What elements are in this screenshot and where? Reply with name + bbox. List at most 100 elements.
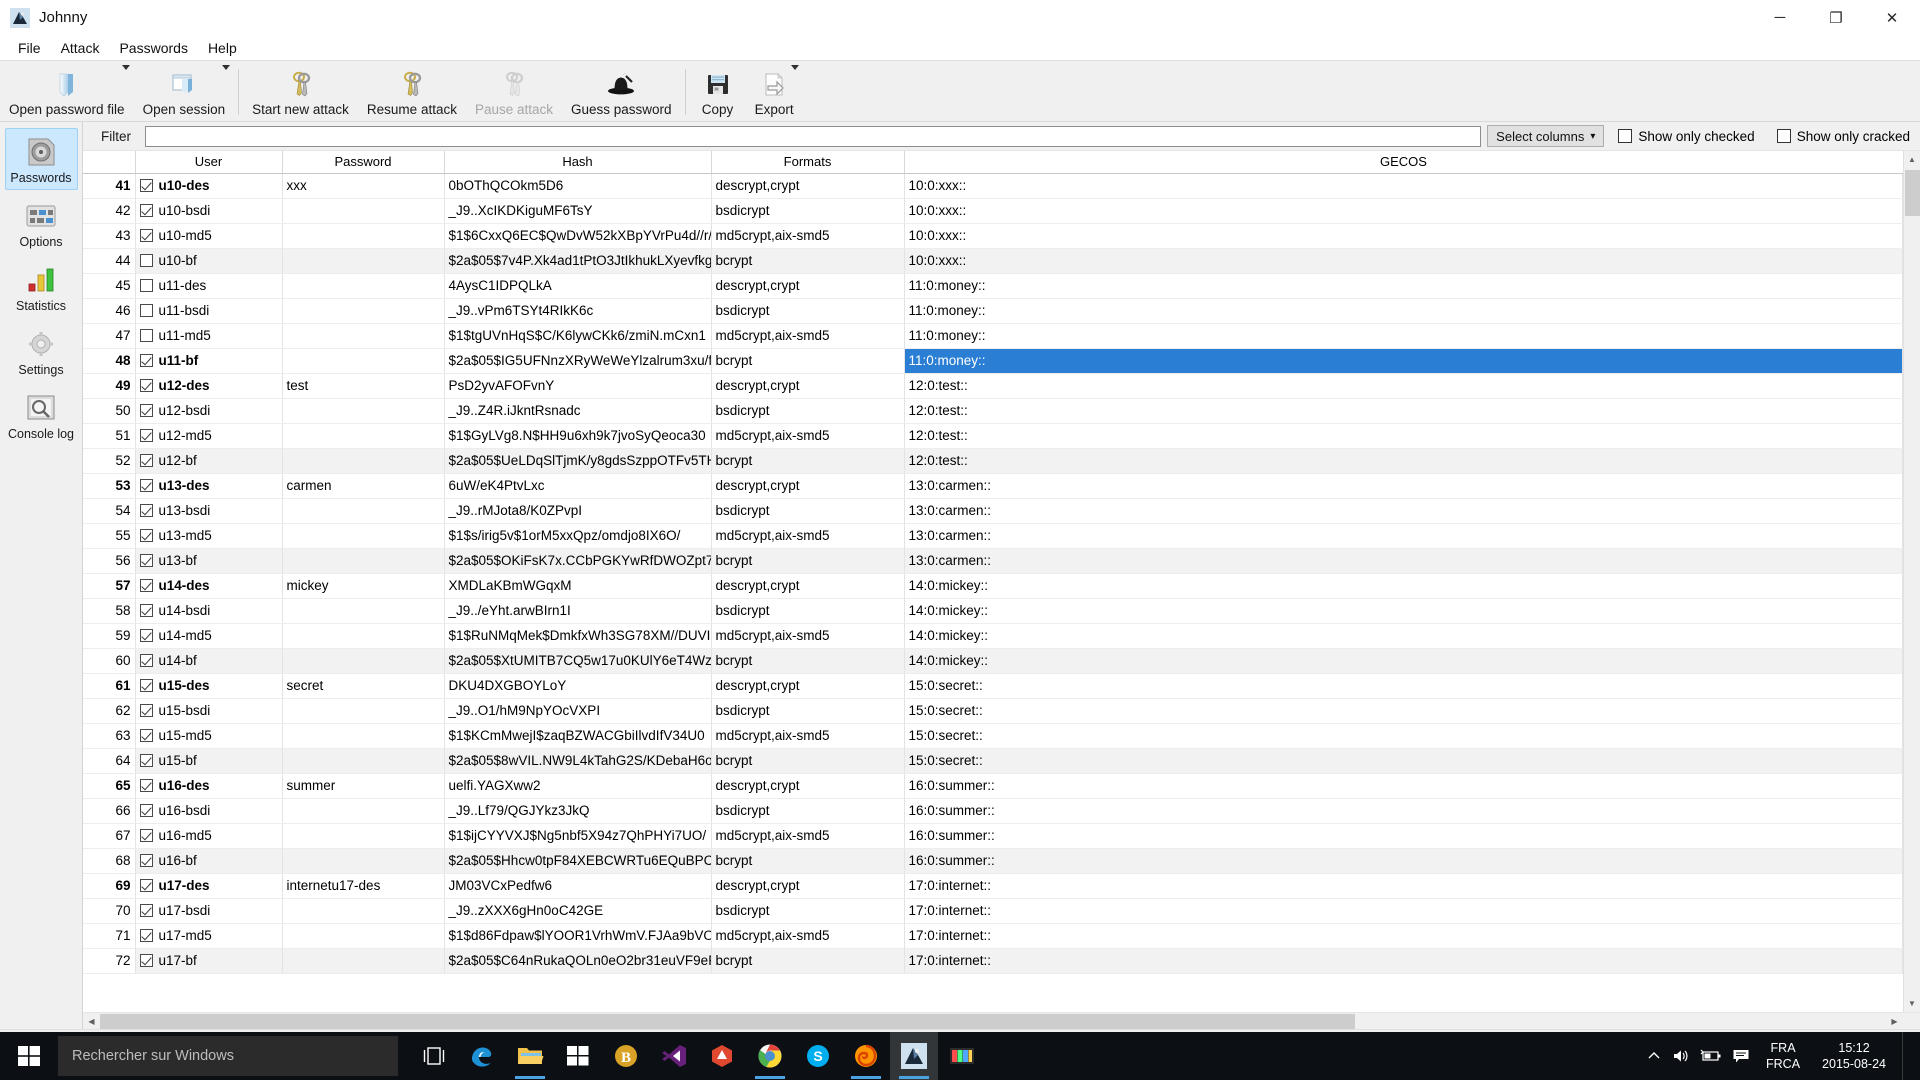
row-checkbox[interactable] (139, 354, 153, 367)
table-row[interactable]: 55 u13-md5 $1$s/irig5v$1orM5xxQpz/omdjo8IX… (83, 523, 1903, 549)
hash-cell[interactable]: uelfi.YAGXww2 (444, 773, 712, 799)
gecos-cell[interactable]: 16:0:summer:: (904, 798, 1903, 824)
row-checkbox[interactable] (139, 829, 153, 842)
row-checkbox[interactable] (139, 629, 153, 642)
row-index-cell[interactable]: 69 (83, 873, 136, 899)
table-row[interactable]: 61 u15-des secret DKU4DXGBOYLoY descrypt,cry… (83, 673, 1903, 699)
password-cell[interactable]: carmen (282, 473, 445, 499)
user-cell[interactable]: u10-des (135, 173, 283, 199)
gecos-cell[interactable]: 15:0:secret:: (904, 748, 1903, 774)
user-cell[interactable]: u14-des (135, 573, 283, 599)
minimize-button[interactable]: ─ (1752, 0, 1808, 35)
row-checkbox[interactable] (139, 779, 153, 792)
table-row[interactable]: 72 u17-bf $2a$05$C64nRukaQOLn0eO2br31euVF9… (83, 948, 1903, 974)
password-cell[interactable] (282, 348, 445, 374)
password-cell[interactable]: xxx (282, 173, 445, 199)
table-row[interactable]: 45 u11-des 4AysC1IDPQLkA descrypt,crypt 11:0… (83, 273, 1903, 299)
row-index-cell[interactable]: 71 (83, 923, 136, 949)
row-index-cell[interactable]: 60 (83, 648, 136, 674)
hash-cell[interactable]: _J9..Lf79/QGJYkz3JkQ (444, 798, 712, 824)
gecos-cell[interactable]: 10:0:xxx:: (904, 198, 1903, 224)
table-row[interactable]: 50 u12-bsdi _J9..Z4R.iJkntRsnadc bsdicrypt 1… (83, 398, 1903, 424)
formats-cell[interactable]: descrypt,crypt (711, 773, 905, 799)
hash-cell[interactable]: 6uW/eK4PtvLxc (444, 473, 712, 499)
password-cell[interactable] (282, 223, 445, 249)
row-index-cell[interactable]: 41 (83, 173, 136, 199)
table-row[interactable]: 51 u12-md5 $1$GyLVg8.N$HH9u6xh9k7jvoSyQeoc… (83, 423, 1903, 449)
menu-item-attack[interactable]: Attack (51, 37, 110, 59)
taskbar-johnny[interactable] (890, 1032, 938, 1080)
password-cell[interactable] (282, 248, 445, 274)
gecos-cell[interactable]: 16:0:summer:: (904, 823, 1903, 849)
table-row[interactable]: 49 u12-des test PsD2yvAFOFvnY descrypt,crypt… (83, 373, 1903, 399)
show-only-checked-option[interactable]: Show only checked (1610, 129, 1762, 144)
hash-cell[interactable]: $1$ijCYYVXJ$Ng5nbf5X94z7QhPHYi7UO/ (444, 823, 712, 849)
user-cell[interactable]: u17-des (135, 873, 283, 899)
row-index-cell[interactable]: 56 (83, 548, 136, 574)
formats-cell[interactable]: bsdicrypt (711, 198, 905, 224)
taskbar-chrome[interactable] (746, 1032, 794, 1080)
password-cell[interactable]: mickey (282, 573, 445, 599)
formats-cell[interactable]: bcrypt (711, 648, 905, 674)
user-cell[interactable]: u12-des (135, 373, 283, 399)
row-index-cell[interactable]: 58 (83, 598, 136, 624)
table-row[interactable]: 71 u17-md5 $1$d86Fdpaw$lYOOR1VrhWmV.FJAa9b… (83, 923, 1903, 949)
formats-cell[interactable]: bsdicrypt (711, 598, 905, 624)
password-cell[interactable] (282, 448, 445, 474)
gecos-cell[interactable]: 12:0:test:: (904, 423, 1903, 449)
table-row[interactable]: 52 u12-bf $2a$05$UeLDqSlTjmK/y8gdsSzppOTFv… (83, 448, 1903, 474)
hash-cell[interactable]: $2a$05$IG5UFNnzXRyWeWeYlzalrum3xu/fpXoZz… (444, 348, 712, 374)
table-row[interactable]: 41 u10-des xxx 0bOThQCOkm5D6 descrypt,crypt 1… (83, 173, 1903, 199)
row-index-cell[interactable]: 46 (83, 298, 136, 324)
gecos-cell[interactable]: 12:0:test:: (904, 448, 1903, 474)
row-checkbox[interactable] (139, 704, 153, 717)
gecos-cell[interactable]: 13:0:carmen:: (904, 498, 1903, 524)
table-row[interactable]: 44 u10-bf $2a$05$7v4P.Xk4ad1tPtO3JtIkhukLX… (83, 248, 1903, 274)
formats-cell[interactable]: bsdicrypt (711, 498, 905, 524)
column-header-hash[interactable]: Hash (444, 151, 712, 174)
row-index-cell[interactable]: 53 (83, 473, 136, 499)
user-cell[interactable]: u16-des (135, 773, 283, 799)
hash-cell[interactable]: _J9..Z4R.iJkntRsnadc (444, 398, 712, 424)
taskbar-edge[interactable] (458, 1032, 506, 1080)
taskbar-visual-studio[interactable] (650, 1032, 698, 1080)
formats-cell[interactable]: descrypt,crypt (711, 273, 905, 299)
scroll-right-button[interactable]: ▶ (1886, 1013, 1903, 1030)
gecos-cell[interactable]: 11:0:money:: (904, 273, 1903, 299)
user-cell[interactable]: u17-bsdi (135, 898, 283, 924)
formats-cell[interactable]: md5crypt,aix-smd5 (711, 923, 905, 949)
gecos-cell[interactable]: 17:0:internet:: (904, 898, 1903, 924)
row-index-cell[interactable]: 63 (83, 723, 136, 749)
row-index-cell[interactable]: 61 (83, 673, 136, 699)
column-header-user[interactable]: ⌃ User (135, 151, 283, 174)
row-index-cell[interactable]: 64 (83, 748, 136, 774)
select-columns-dropdown[interactable]: Select columns ▾ (1487, 125, 1605, 147)
taskbar-colors-app[interactable] (938, 1032, 986, 1080)
row-checkbox[interactable] (139, 679, 153, 692)
hash-cell[interactable]: $1$GyLVg8.N$HH9u6xh9k7jvoSyQeoca30 (444, 423, 712, 449)
task-view-button[interactable] (410, 1032, 458, 1080)
table-row[interactable]: 65 u16-des summer uelfi.YAGXww2 descrypt,cry… (83, 773, 1903, 799)
battery-charging-icon[interactable] (1700, 1049, 1722, 1063)
formats-cell[interactable]: md5crypt,aix-smd5 (711, 823, 905, 849)
row-checkbox[interactable] (139, 304, 153, 317)
password-cell[interactable] (282, 398, 445, 424)
vertical-scrollbar[interactable]: ▲ ▼ (1903, 151, 1920, 1012)
gecos-cell[interactable]: 12:0:test:: (904, 373, 1903, 399)
chevron-down-icon[interactable] (222, 65, 231, 70)
formats-cell[interactable]: bsdicrypt (711, 898, 905, 924)
row-index-cell[interactable]: 54 (83, 498, 136, 524)
row-checkbox[interactable] (139, 454, 153, 467)
row-checkbox[interactable] (139, 904, 153, 917)
column-header-password[interactable]: Password (282, 151, 445, 174)
gecos-cell[interactable]: 17:0:internet:: (904, 923, 1903, 949)
user-cell[interactable]: u16-bsdi (135, 798, 283, 824)
resume-attack-button[interactable]: Resume attack (358, 61, 466, 119)
formats-cell[interactable]: descrypt,crypt (711, 373, 905, 399)
row-index-cell[interactable]: 65 (83, 773, 136, 799)
password-cell[interactable] (282, 598, 445, 624)
row-index-cell[interactable]: 66 (83, 798, 136, 824)
maximize-button[interactable]: ❐ (1808, 0, 1864, 35)
row-index-cell[interactable]: 48 (83, 348, 136, 374)
password-cell[interactable] (282, 748, 445, 774)
